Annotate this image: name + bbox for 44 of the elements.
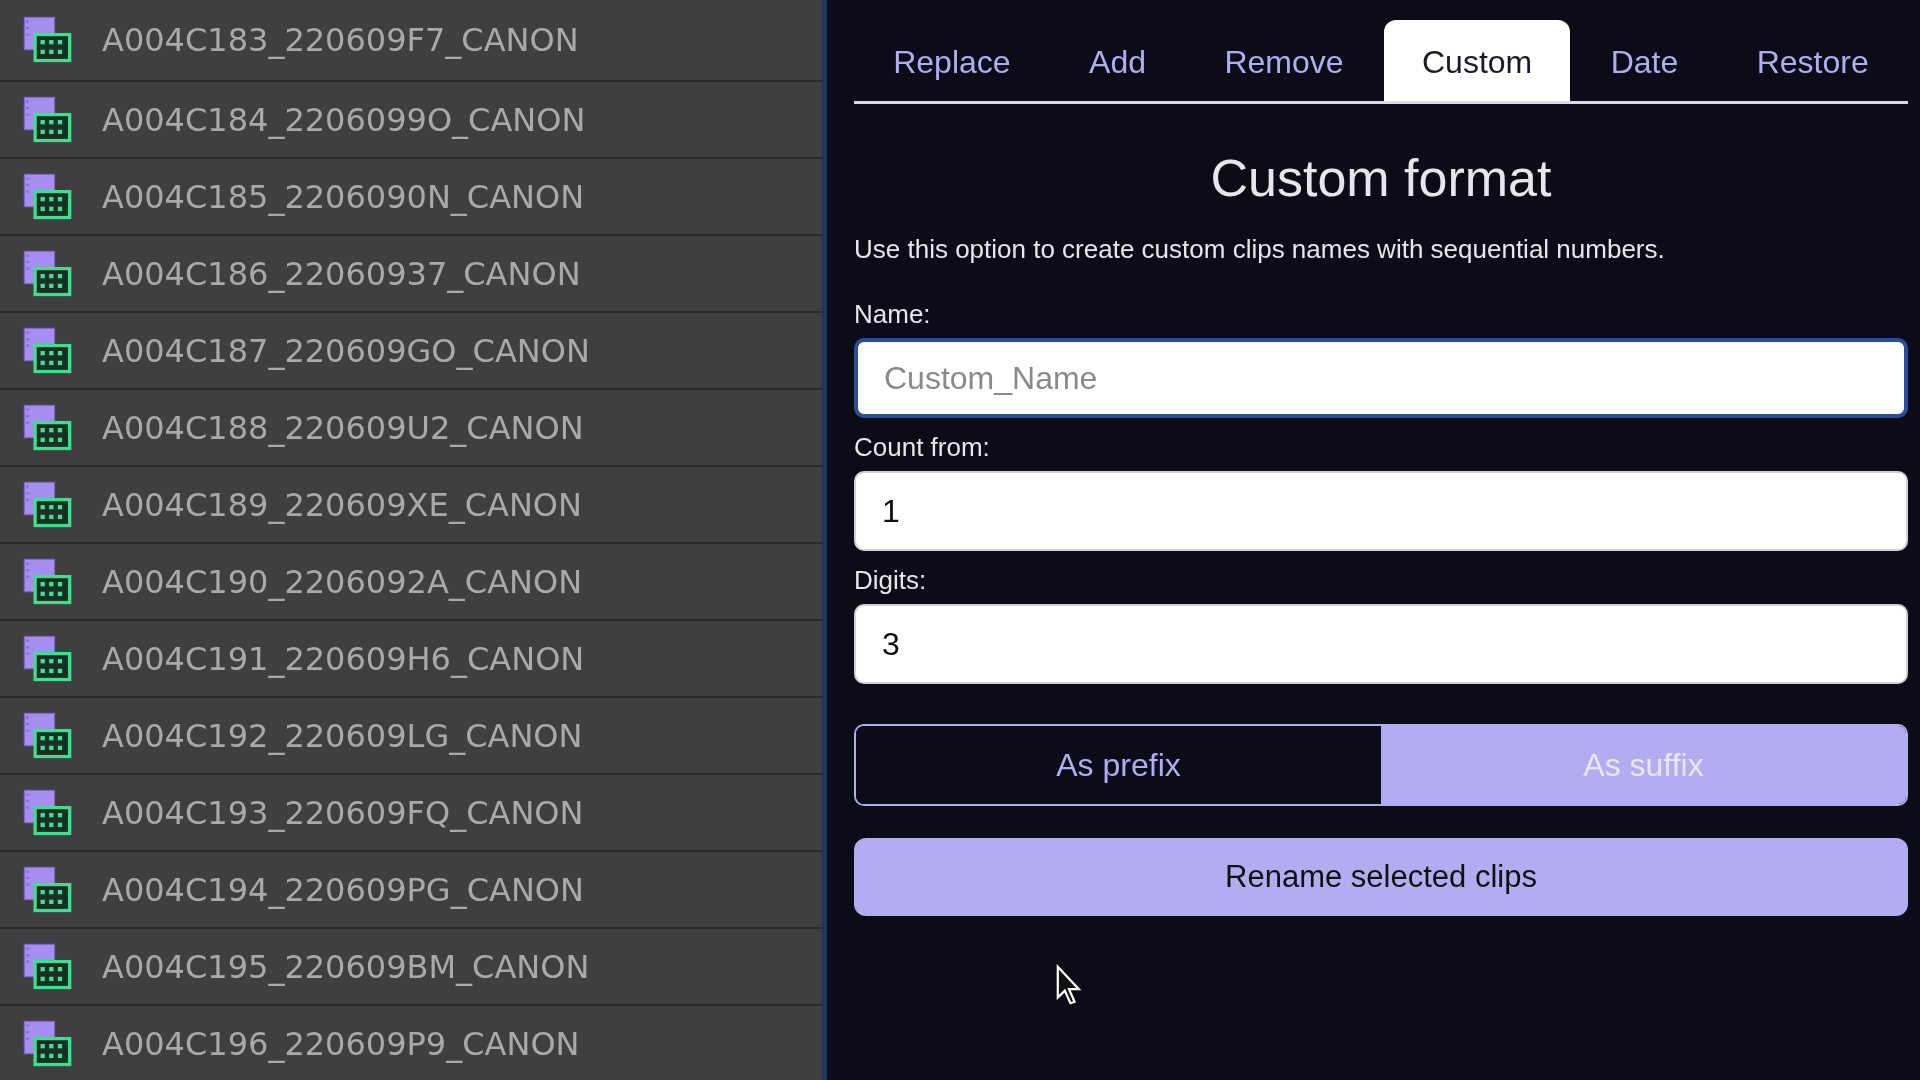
clip-name: A004C191_220609H6_CANON xyxy=(102,639,585,678)
clip-name: A004C190_2206092A_CANON xyxy=(102,562,583,601)
input-field[interactable]: 1 xyxy=(854,471,1908,551)
tab[interactable]: Remove xyxy=(1186,20,1382,101)
tab[interactable]: Replace xyxy=(855,20,1049,101)
clip-name: A004C188_220609U2_CANON xyxy=(102,408,584,447)
clip-name: A004C183_220609F7_CANON xyxy=(102,21,579,59)
clip-row[interactable]: A004C188_220609U2_CANON xyxy=(0,390,822,467)
field-label: Count from: xyxy=(854,432,991,463)
clip-row[interactable]: A004C196_220609P9_CANON xyxy=(0,1006,822,1080)
description-text: Use this option to create custom clips names with sequential numbers. xyxy=(854,234,1666,265)
clip-row[interactable]: A004C185_2206090N_CANON xyxy=(0,159,822,236)
clip-name: A004C189_220609XE_CANON xyxy=(102,485,582,524)
tab[interactable]: Date xyxy=(1572,20,1717,101)
clip-name: A004C187_220609GO_CANON xyxy=(102,331,590,370)
clip-row[interactable]: A004C191_220609H6_CANON xyxy=(0,621,822,698)
clip-name: A004C184_2206099O_CANON xyxy=(102,100,586,139)
tab[interactable]: Add xyxy=(1051,20,1184,101)
clip-name: A004C192_220609LG_CANON xyxy=(102,716,583,755)
clip-row[interactable]: A004C190_2206092A_CANON xyxy=(0,544,822,621)
clip-row[interactable]: A004C194_220609PG_CANON xyxy=(0,852,822,929)
tab[interactable]: Custom xyxy=(1383,20,1571,101)
mouse-pointer-icon xyxy=(1055,964,1083,1006)
clip-name: A004C194_220609PG_CANON xyxy=(102,870,584,909)
clip-row[interactable]: A004C186_22060937_CANON xyxy=(0,236,822,313)
clip-row[interactable]: A004C187_220609GO_CANON xyxy=(0,313,822,390)
clip-name: A004C195_220609BM_CANON xyxy=(102,947,590,986)
rename-button[interactable]: Rename selected clips xyxy=(854,838,1908,916)
input-field[interactable]: 3 xyxy=(854,604,1908,684)
clip-row[interactable]: A004C193_220609FQ_CANON xyxy=(0,775,822,852)
clip-name: A004C196_220609P9_CANON xyxy=(102,1024,580,1063)
clip-row[interactable]: A004C184_2206099O_CANON xyxy=(0,82,822,159)
clip-row[interactable]: A004C192_220609LG_CANON xyxy=(0,698,822,775)
clip-row[interactable]: A004C195_220609BM_CANON xyxy=(0,929,822,1006)
clip-name: A004C186_22060937_CANON xyxy=(102,254,581,293)
clip-name: A004C185_2206090N_CANON xyxy=(102,177,585,216)
clip-row[interactable]: A004C183_220609F7_CANON xyxy=(0,0,822,82)
field-label: Name: xyxy=(854,299,932,330)
clip-name: A004C193_220609FQ_CANON xyxy=(102,793,584,832)
input-field[interactable]: Custom_Name xyxy=(854,338,1908,418)
field-label: Digits: xyxy=(854,565,928,596)
tab[interactable]: Restore xyxy=(1718,20,1907,101)
clip-row[interactable]: A004C189_220609XE_CANON xyxy=(0,467,822,544)
section-title: Custom format xyxy=(1209,148,1553,208)
